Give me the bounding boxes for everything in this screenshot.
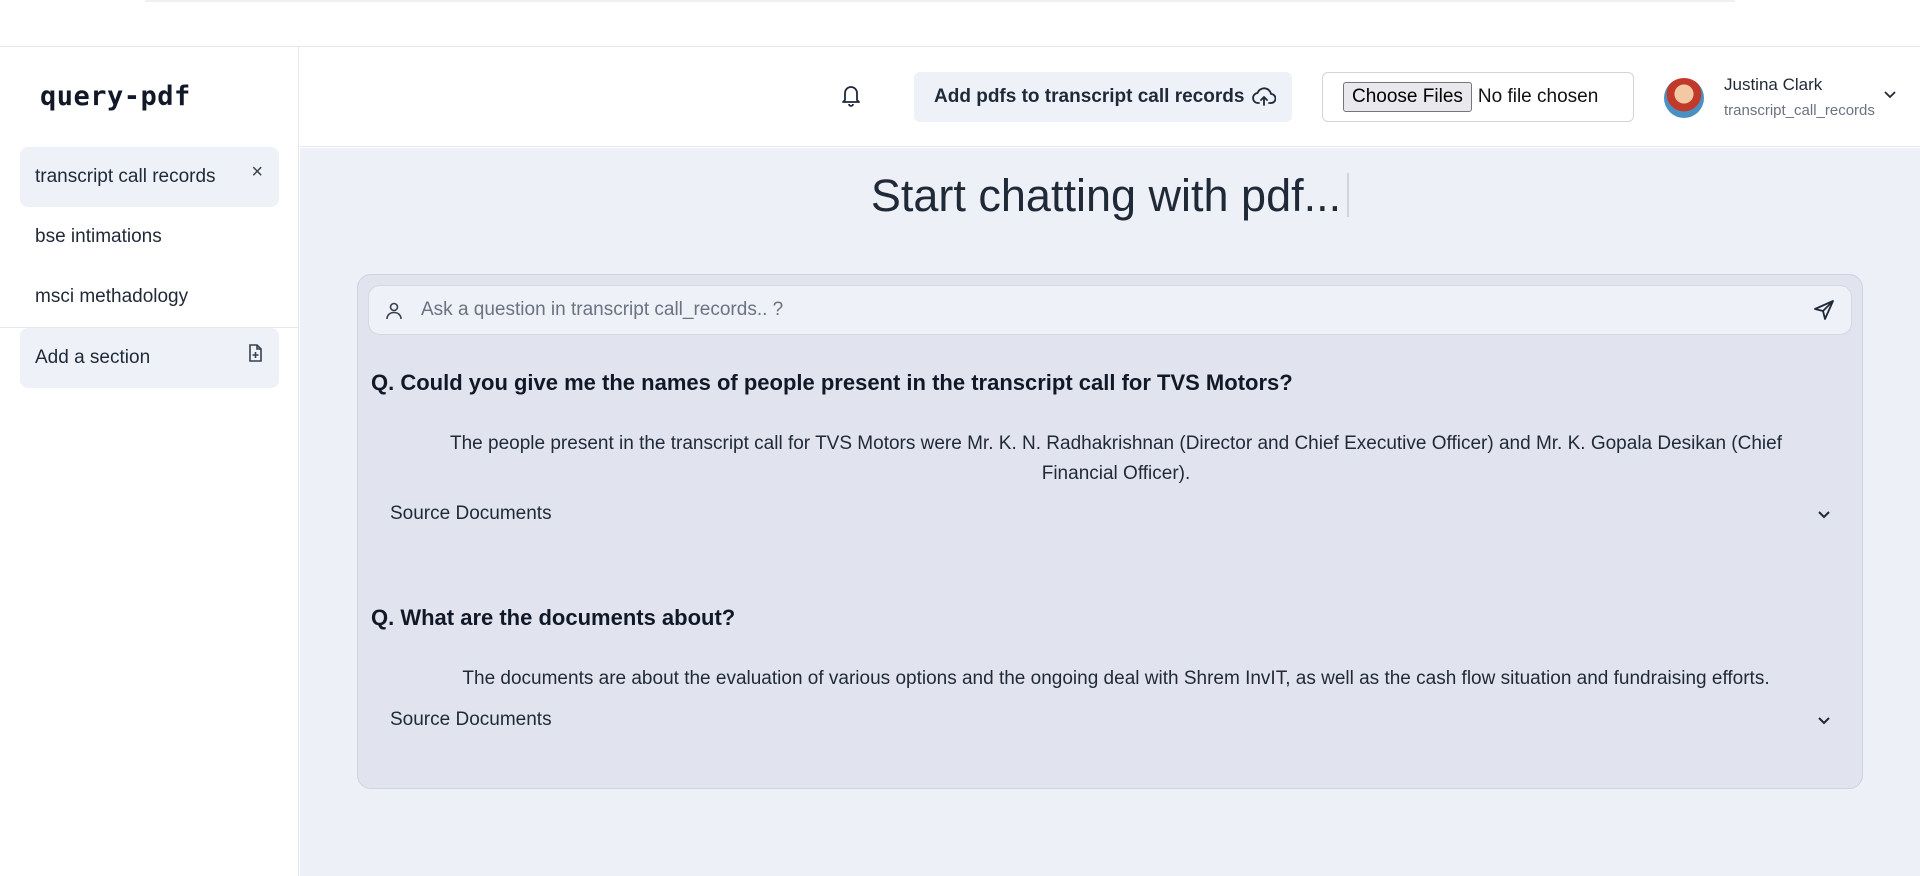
send-icon[interactable] xyxy=(1813,299,1835,326)
file-input[interactable]: Choose Files No file chosen xyxy=(1322,72,1634,122)
add-pdfs-label: Add pdfs to transcript call records xyxy=(934,86,1245,107)
close-icon[interactable]: × xyxy=(251,161,263,184)
sidebar-item-label: msci methadology xyxy=(35,286,189,307)
top-divider xyxy=(145,0,1735,2)
chevron-down-icon xyxy=(1816,505,1832,527)
typing-caret xyxy=(1347,173,1350,217)
page-title: Start chatting with pdf... xyxy=(300,170,1920,222)
question-input[interactable] xyxy=(421,286,1801,334)
add-section-button[interactable]: Add a section xyxy=(20,328,279,388)
source-documents-toggle[interactable]: Source Documents xyxy=(390,499,1832,529)
sidebar-item-label: transcript call records xyxy=(35,166,216,187)
sidebar: query-pdf transcript call records × bse … xyxy=(0,47,299,876)
bell-icon[interactable] xyxy=(840,83,862,112)
chevron-down-icon[interactable] xyxy=(1882,87,1898,105)
ask-box[interactable] xyxy=(368,285,1852,335)
answer-text: The people present in the transcript cal… xyxy=(450,433,1782,484)
top-header: Add pdfs to transcript call records Choo… xyxy=(300,47,1920,147)
chevron-down-icon xyxy=(1816,711,1832,733)
user-icon xyxy=(385,301,403,326)
user-name: Justina Clark xyxy=(1724,75,1823,94)
source-documents-toggle[interactable]: Source Documents xyxy=(390,705,1832,735)
answer-text: The documents are about the evaluation o… xyxy=(462,668,1770,689)
source-documents-label: Source Documents xyxy=(390,503,552,524)
file-plus-icon xyxy=(247,344,263,368)
sidebar-item-msci-methadology[interactable]: msci methadology xyxy=(20,267,279,327)
sidebar-item-transcript-call-records[interactable]: transcript call records × xyxy=(20,147,279,207)
file-status: No file chosen xyxy=(1477,86,1599,107)
chat-panel: Q. Could you give me the names of people… xyxy=(357,274,1863,789)
add-section-label: Add a section xyxy=(35,347,151,368)
page-title-text: Start chatting with pdf... xyxy=(870,170,1342,221)
avatar[interactable] xyxy=(1664,78,1704,118)
choose-files-button[interactable]: Choose Files xyxy=(1343,82,1472,112)
source-documents-label: Source Documents xyxy=(390,709,552,730)
sidebar-item-label: bse intimations xyxy=(35,226,162,247)
cloud-upload-icon xyxy=(1252,87,1277,106)
question-text: Q. What are the documents about? xyxy=(371,605,736,630)
question-text: Q. Could you give me the names of people… xyxy=(371,370,1293,395)
browser-top-strip xyxy=(0,0,1920,47)
app-logo[interactable]: query-pdf xyxy=(40,81,191,112)
chat-main: Start chatting with pdf... Q. Could you … xyxy=(300,148,1920,876)
sidebar-item-bse-intimations[interactable]: bse intimations xyxy=(20,207,279,267)
add-pdfs-button[interactable]: Add pdfs to transcript call records xyxy=(914,72,1292,122)
user-context: transcript_call_records xyxy=(1724,102,1875,119)
